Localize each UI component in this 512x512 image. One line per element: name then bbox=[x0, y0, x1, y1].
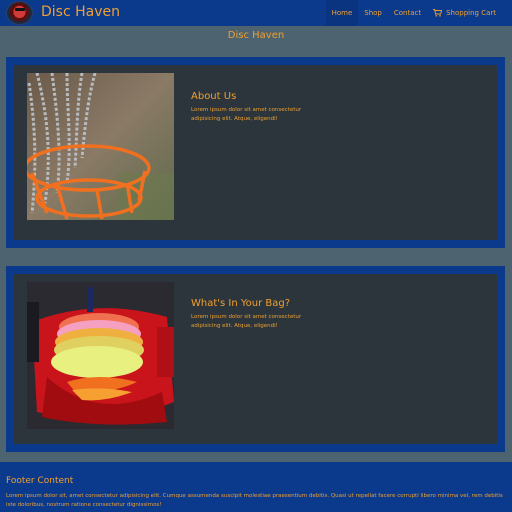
footer-text: Lorem ipsum dolor sit, amet consectetur … bbox=[6, 493, 503, 508]
nav-link-contact[interactable]: Contact bbox=[388, 0, 427, 26]
footer-title: Footer Content bbox=[6, 476, 74, 486]
whats-in-your-bag-card: What's In Your Bag? Lorem ipsum dolor si… bbox=[6, 266, 505, 452]
disc-golf-bag-image bbox=[27, 282, 174, 429]
top-navbar: Disc Haven Home Shop Contact Shopping Ca… bbox=[0, 0, 512, 26]
card-inner: What's In Your Bag? Lorem ipsum dolor si… bbox=[14, 274, 497, 444]
nav-link-shopping-cart[interactable]: Shopping Cart bbox=[427, 0, 502, 26]
page-title: Disc Haven bbox=[227, 30, 285, 41]
card-inner: About Us Lorem ipsum dolor sit amet cons… bbox=[14, 65, 497, 240]
about-us-text: About Us Lorem ipsum dolor sit amet cons… bbox=[191, 91, 306, 124]
card-title: About Us bbox=[191, 91, 237, 102]
disc-golf-basket-image bbox=[27, 73, 174, 220]
footer: Footer Content Lorem ipsum dolor sit, am… bbox=[0, 462, 512, 512]
nav-link-home[interactable]: Home bbox=[325, 0, 359, 26]
whats-in-your-bag-text: What's In Your Bag? Lorem ipsum dolor si… bbox=[191, 298, 306, 331]
about-us-card: About Us Lorem ipsum dolor sit amet cons… bbox=[6, 57, 505, 248]
shopping-cart-icon bbox=[433, 9, 443, 17]
nav-links: Home Shop Contact Shopping Cart bbox=[325, 0, 502, 26]
brand-name[interactable]: Disc Haven bbox=[41, 4, 120, 20]
card-title: What's In Your Bag? bbox=[191, 298, 291, 309]
nav-link-shop[interactable]: Shop bbox=[358, 0, 388, 26]
card-body: Lorem ipsum dolor sit amet consectetur a… bbox=[191, 314, 302, 329]
shopping-cart-label: Shopping Cart bbox=[446, 9, 496, 17]
card-body: Lorem ipsum dolor sit amet consectetur a… bbox=[191, 107, 302, 122]
site-logo[interactable] bbox=[6, 1, 33, 25]
